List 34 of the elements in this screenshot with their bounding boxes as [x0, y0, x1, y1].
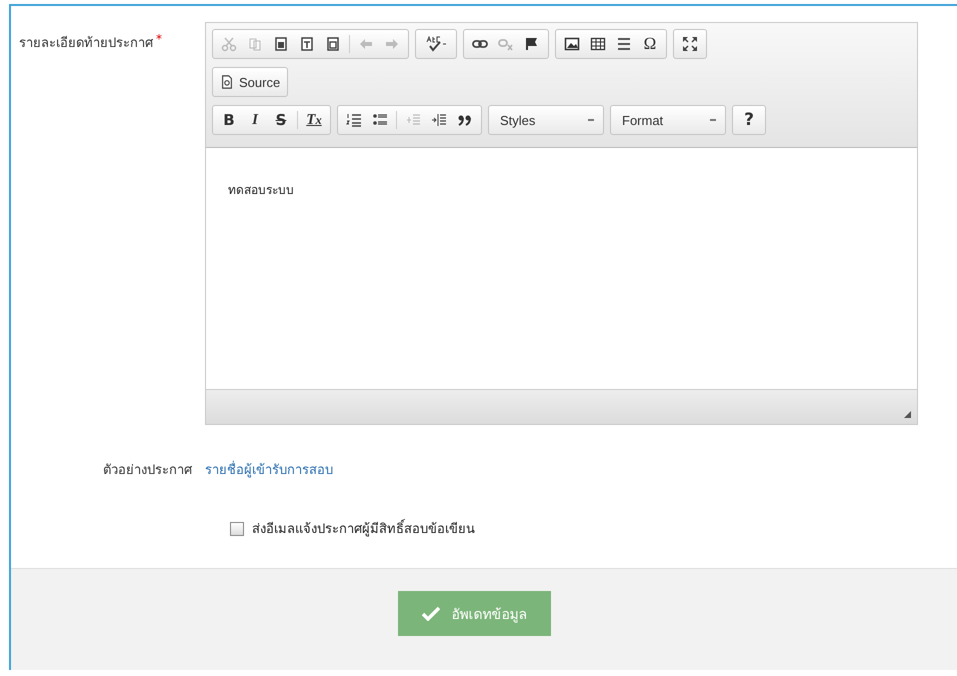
numbered-list-icon [346, 112, 362, 128]
source-button[interactable]: Source [216, 70, 284, 94]
field-label: รายละเอียดท้ายประกาศ [19, 36, 153, 51]
checkmark-icon [422, 606, 440, 621]
notify-label: ส่งอีเมลแจ้งประกาศผู้มีสิทธิ์สอบข้อเขียน [252, 518, 475, 539]
bold-button[interactable]: B [216, 108, 242, 132]
required-mark: * [156, 32, 162, 46]
clipboard-icon [325, 36, 341, 52]
document-icon [220, 74, 234, 90]
flag-icon [524, 36, 540, 52]
dropdown-button[interactable]: Styles [492, 112, 600, 128]
scissors-icon [221, 36, 237, 52]
editor-text: ทดสอบระบบ [228, 182, 294, 199]
table-icon [590, 36, 606, 52]
clipboard-icon [299, 36, 315, 52]
broken-chain-icon [498, 36, 514, 52]
redo-arrow-icon [384, 36, 400, 52]
bulleted-list-icon [372, 112, 388, 128]
example-label: ตัวอย่างประกาศ [102, 462, 192, 480]
italic-button[interactable]: I [242, 108, 268, 132]
special-character-button[interactable]: Ω [637, 32, 663, 56]
clipboard-icon [273, 36, 289, 52]
horizontal-lines-icon [616, 36, 632, 52]
dropdown-button[interactable]: Format [614, 112, 722, 128]
indent-icon [431, 112, 447, 128]
strikethrough-button[interactable]: S [268, 108, 294, 132]
spellcheck-icon [426, 36, 446, 52]
help-button[interactable]: ? [736, 108, 762, 132]
example-link[interactable]: รายชื่อผู้เข้ารับการสอบ [205, 458, 333, 480]
expand-arrows-icon [682, 36, 698, 52]
resize-handle-icon[interactable] [904, 411, 911, 418]
notify-checkbox[interactable] [230, 522, 244, 536]
image-icon [564, 36, 580, 52]
copy-icon [247, 36, 263, 52]
